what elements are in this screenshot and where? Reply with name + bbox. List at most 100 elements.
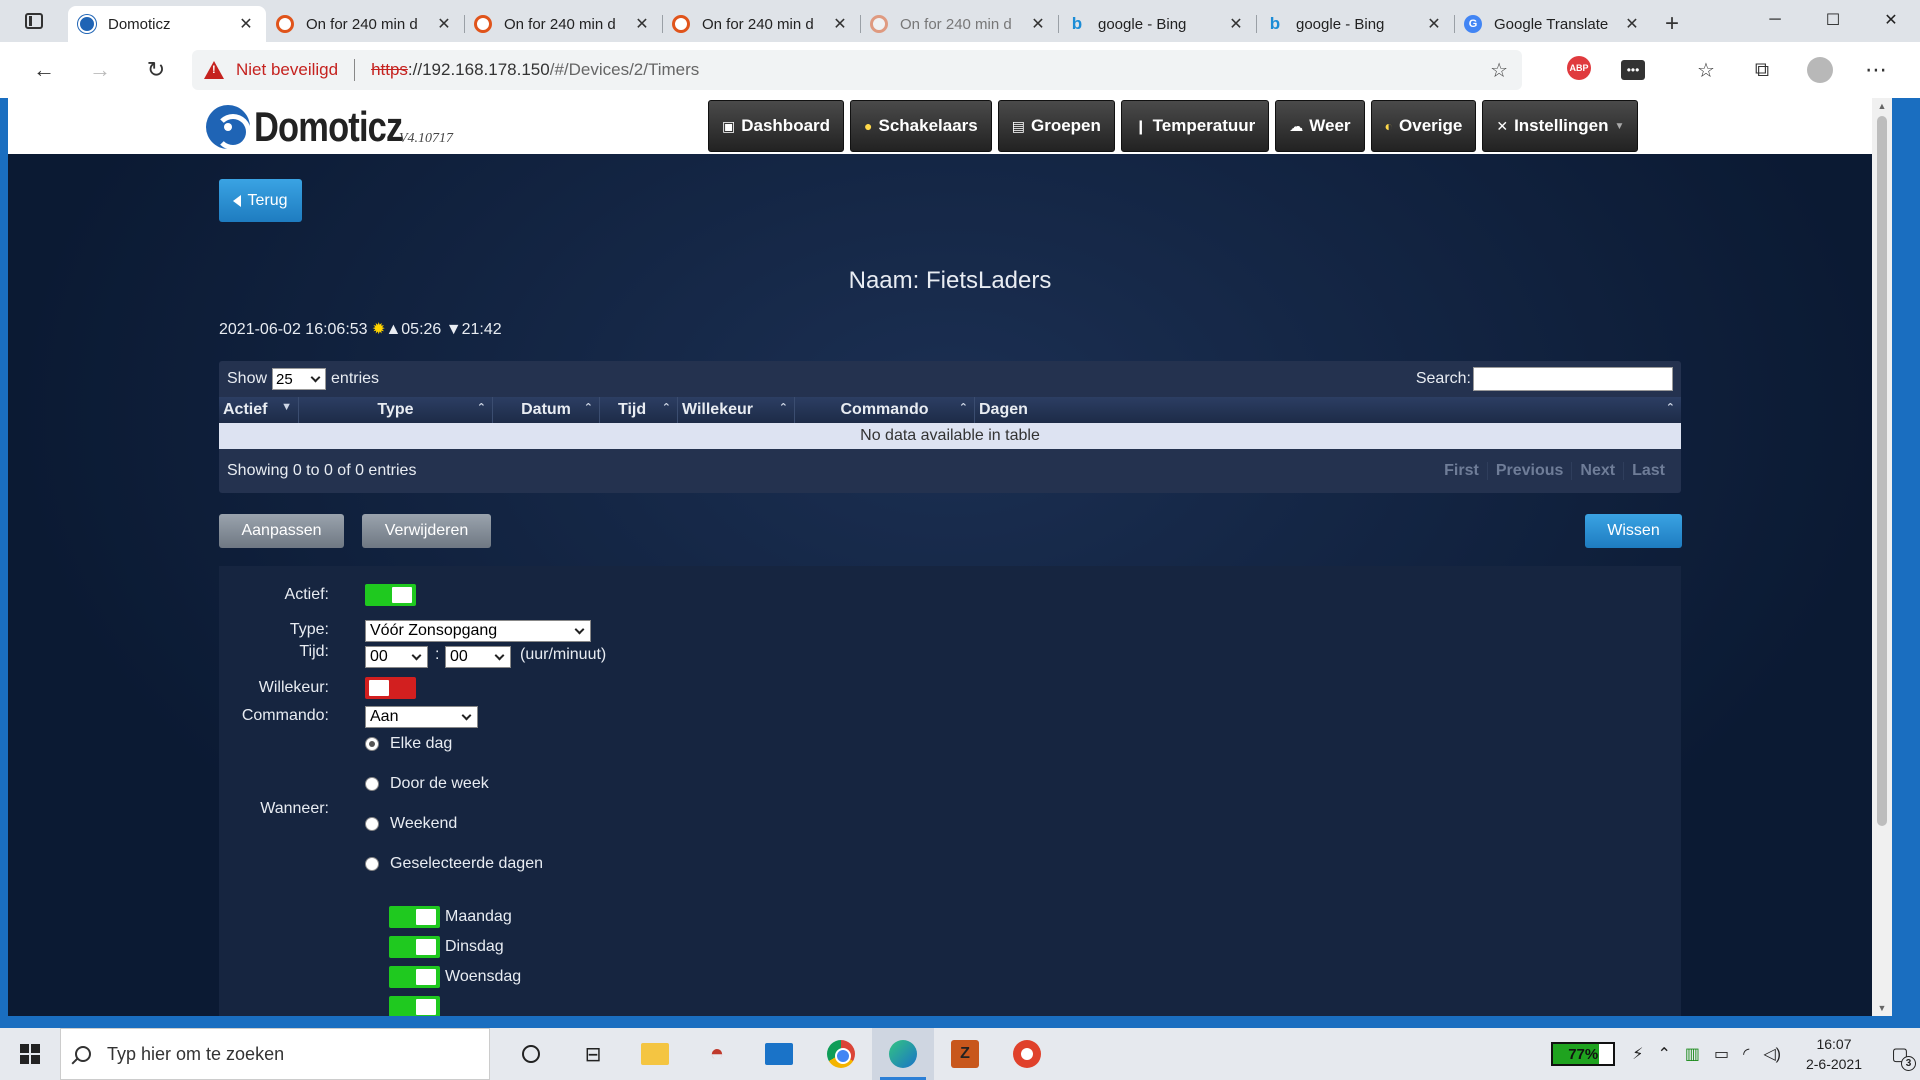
- scrollbar-thumb[interactable]: [1877, 116, 1887, 826]
- reload-icon[interactable]: ↻: [128, 42, 184, 98]
- battery-indicator[interactable]: 77%: [1551, 1042, 1616, 1066]
- radio-weekend[interactable]: [365, 817, 379, 831]
- address-bar[interactable]: Niet beveiligd https ://192.168.178.150 …: [192, 50, 1522, 90]
- chevron-up-icon[interactable]: ⌃: [1657, 1044, 1670, 1064]
- taskbar-clock[interactable]: 16:07 2-6-2021: [1806, 1034, 1862, 1074]
- close-tab-icon[interactable]: ✕: [1424, 14, 1444, 34]
- cortana-button[interactable]: [500, 1028, 562, 1080]
- meter-icon[interactable]: ▥: [1685, 1044, 1700, 1064]
- notifications-button[interactable]: ▢ 3: [1880, 1044, 1920, 1071]
- nav-label: Weer: [1309, 116, 1351, 135]
- pager-next[interactable]: Next: [1571, 462, 1623, 480]
- profile-avatar[interactable]: [1806, 56, 1834, 84]
- hour-select[interactable]: 00: [365, 646, 428, 668]
- sun-icon: ✹: [372, 321, 386, 338]
- browser-tab[interactable]: On for 240 min d ✕: [464, 6, 662, 42]
- browser-tab[interactable]: b google - Bing ✕: [1256, 6, 1454, 42]
- day-toggle-monday[interactable]: [389, 906, 440, 928]
- day-toggle-thursday[interactable]: [389, 996, 440, 1016]
- time-separator: :: [435, 646, 440, 663]
- taskbar-explorer[interactable]: [624, 1028, 686, 1080]
- radio-selected-days[interactable]: [365, 857, 379, 871]
- start-button[interactable]: [0, 1028, 60, 1080]
- nav-weer[interactable]: ☁ Weer: [1275, 100, 1365, 152]
- close-tab-icon[interactable]: ✕: [1226, 14, 1246, 34]
- close-window-icon[interactable]: ✕: [1862, 0, 1920, 40]
- browser-tab[interactable]: On for 240 min d ✕: [662, 6, 860, 42]
- close-tab-icon[interactable]: ✕: [830, 14, 850, 34]
- nav-temperatuur[interactable]: ❙ Temperatuur: [1120, 100, 1270, 152]
- taskbar-chrome[interactable]: [810, 1028, 872, 1080]
- type-select[interactable]: Vóór Zonsopgang: [365, 620, 591, 642]
- nav-groepen[interactable]: ▤ Groepen: [997, 100, 1115, 152]
- power-plug-icon[interactable]: ⚡: [1632, 1044, 1643, 1064]
- page-scrollbar[interactable]: ▲ ▼: [1872, 98, 1892, 1016]
- pager-first[interactable]: First: [1436, 462, 1487, 480]
- radio-every-day[interactable]: [365, 737, 379, 751]
- close-tab-icon[interactable]: ✕: [236, 14, 256, 34]
- taskbar-mail[interactable]: [748, 1028, 810, 1080]
- browser-tab[interactable]: On for 240 min d ✕: [266, 6, 464, 42]
- add-favorite-icon[interactable]: ☆: [1490, 58, 1508, 83]
- col-commando[interactable]: Commando ⌃: [795, 397, 975, 423]
- battery-icon[interactable]: ▭: [1714, 1044, 1729, 1064]
- back-button[interactable]: Terug: [219, 179, 302, 222]
- search-input[interactable]: [1473, 367, 1673, 391]
- close-tab-icon[interactable]: ✕: [434, 14, 454, 34]
- pager-previous[interactable]: Previous: [1486, 462, 1572, 480]
- close-tab-icon[interactable]: ✕: [632, 14, 652, 34]
- collections-icon[interactable]: ⧉: [1748, 56, 1776, 84]
- radio-weekdays[interactable]: [365, 777, 379, 791]
- col-willekeur[interactable]: Willekeur ⌃: [678, 397, 795, 423]
- taskbar-search[interactable]: Typ hier om te zoeken: [60, 1028, 490, 1080]
- col-actief[interactable]: Actief ▼: [219, 397, 299, 423]
- col-datum[interactable]: Datum ⌃: [493, 397, 600, 423]
- close-tab-icon[interactable]: ✕: [1028, 14, 1048, 34]
- back-arrow-icon[interactable]: ←: [16, 42, 72, 98]
- tab-actions-menu[interactable]: [0, 0, 68, 42]
- nav-schakelaars[interactable]: ● Schakelaars: [850, 100, 992, 152]
- edit-button[interactable]: Aanpassen: [219, 514, 344, 548]
- clear-button[interactable]: Wissen: [1585, 514, 1682, 548]
- forward-arrow-icon[interactable]: →: [72, 42, 128, 98]
- security-label[interactable]: Niet beveiligd: [236, 60, 338, 80]
- active-toggle[interactable]: [365, 584, 416, 606]
- minimize-icon[interactable]: ─: [1746, 0, 1804, 40]
- extension-icon[interactable]: •••: [1621, 60, 1645, 80]
- minute-select[interactable]: 00: [445, 646, 511, 668]
- taskbar-filezilla[interactable]: Z: [934, 1028, 996, 1080]
- browser-tab[interactable]: b google - Bing ✕: [1058, 6, 1256, 42]
- nav-dashboard[interactable]: ▣ Dashboard: [708, 100, 845, 152]
- speaker-icon[interactable]: ◁): [1763, 1044, 1781, 1064]
- taskbar-vpn[interactable]: [996, 1028, 1058, 1080]
- browser-tab[interactable]: G Google Translate ✕: [1454, 6, 1652, 42]
- column-label: Datum: [521, 401, 571, 418]
- day-toggle-tuesday[interactable]: [389, 936, 440, 958]
- col-dagen[interactable]: Dagen ⌃: [975, 397, 1681, 423]
- day-toggle-wednesday[interactable]: [389, 966, 440, 988]
- scroll-down-icon[interactable]: ▼: [1872, 1000, 1892, 1016]
- task-view-button[interactable]: ⊟: [562, 1028, 624, 1080]
- nav-overige[interactable]: ◐ Overige: [1370, 100, 1477, 152]
- col-tijd[interactable]: Tijd ⌃: [600, 397, 678, 423]
- adblock-icon[interactable]: ABP: [1567, 56, 1591, 80]
- pager-last[interactable]: Last: [1623, 462, 1673, 480]
- close-tab-icon[interactable]: ✕: [1622, 14, 1642, 34]
- favorites-icon[interactable]: ☆: [1692, 56, 1720, 84]
- page-size-select[interactable]: 25: [272, 368, 327, 390]
- taskbar-app[interactable]: ◓: [686, 1028, 748, 1080]
- maximize-icon[interactable]: ☐: [1804, 0, 1862, 40]
- browser-tab[interactable]: On for 240 min d ✕: [860, 6, 1058, 42]
- browser-tab[interactable]: Domoticz ✕: [68, 6, 266, 42]
- taskbar-edge[interactable]: [872, 1028, 934, 1080]
- more-menu-icon[interactable]: ⋯: [1862, 56, 1890, 84]
- scroll-up-icon[interactable]: ▲: [1872, 98, 1892, 114]
- domoticz-logo[interactable]: Domoticz V4.10717: [206, 105, 453, 150]
- wifi-icon[interactable]: ◜: [1743, 1044, 1749, 1064]
- random-toggle[interactable]: [365, 677, 416, 699]
- command-select[interactable]: Aan: [365, 706, 478, 728]
- col-type[interactable]: Type ⌃: [299, 397, 493, 423]
- delete-button[interactable]: Verwijderen: [362, 514, 491, 548]
- new-tab-button[interactable]: +: [1652, 6, 1692, 42]
- nav-instellingen[interactable]: ✕ Instellingen ▼: [1482, 100, 1639, 152]
